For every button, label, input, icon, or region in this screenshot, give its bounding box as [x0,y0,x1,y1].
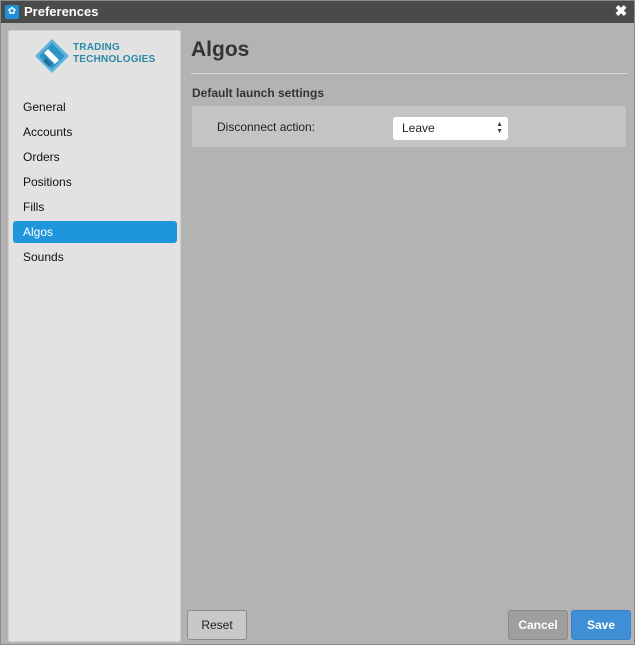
main-content: Algos Default launch settings Disconnect… [191,30,628,147]
logo-text-line1: TRADING [73,42,120,53]
logo-text-line2: TECHNOLOGIES [73,54,156,65]
title-divider [191,73,628,74]
select-arrows-icon: ▲ ▼ [496,121,503,135]
preferences-window: ✿ Preferences ✖ TRADING TECHNOLOGIES Gen… [0,0,635,645]
sidebar-item-sounds[interactable]: Sounds [13,246,177,268]
sidebar-item-positions[interactable]: Positions [13,171,177,193]
gear-icon: ✿ [5,5,19,19]
disconnect-action-select[interactable]: Leave ▲ ▼ [393,117,508,140]
sidebar-item-general[interactable]: General [13,96,177,118]
sidebar-item-orders[interactable]: Orders [13,146,177,168]
close-icon[interactable]: ✖ [613,3,629,21]
disconnect-action-label: Disconnect action: [217,120,316,134]
window-title: Preferences [24,4,99,19]
cancel-button[interactable]: Cancel [508,610,568,640]
save-button[interactable]: Save [571,610,631,640]
sidebar-item-fills[interactable]: Fills [13,196,177,218]
reset-button[interactable]: Reset [187,610,247,640]
sidebar: TRADING TECHNOLOGIES General Accounts Or… [8,30,181,642]
sidebar-item-algos[interactable]: Algos [13,221,177,243]
title-bar[interactable]: ✿ Preferences ✖ [1,1,634,23]
logo-mark-icon [35,39,69,73]
trading-technologies-logo: TRADING TECHNOLOGIES [35,39,160,73]
select-value: Leave [402,121,435,135]
setting-row: Disconnect action: Leave ▲ ▼ [192,106,626,147]
sidebar-nav: General Accounts Orders Positions Fills … [13,96,177,271]
sidebar-item-accounts[interactable]: Accounts [13,121,177,143]
page-title: Algos [191,38,250,61]
logo-text: TRADING TECHNOLOGIES [73,42,155,66]
section-title: Default launch settings [192,86,325,100]
